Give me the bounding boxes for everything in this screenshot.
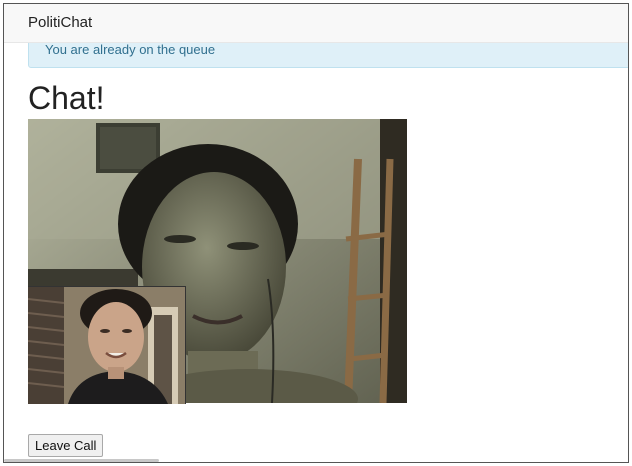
navbar: PolitiChat <box>4 4 628 43</box>
queue-alert-message: You are already on the queue <box>45 42 216 57</box>
horizontal-scrollbar[interactable] <box>4 459 159 462</box>
brand-link[interactable]: PolitiChat <box>28 14 92 31</box>
local-video-frame <box>28 287 185 404</box>
leave-call-button[interactable]: Leave Call <box>28 434 104 457</box>
browser-viewport: PolitiChat You are already on the queue … <box>3 3 629 463</box>
local-video <box>28 286 186 404</box>
page-title: Chat! <box>28 80 105 116</box>
